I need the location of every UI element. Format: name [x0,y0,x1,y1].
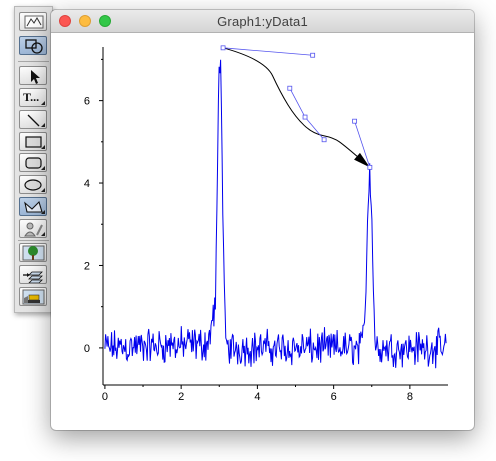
arrow-select-tool[interactable] [19,66,47,85]
submenu-indicator-icon [41,232,45,236]
control-handle[interactable] [367,164,373,170]
submenu-indicator-icon [41,101,45,105]
x-tick-label: 0 [102,391,108,403]
graph-tool[interactable] [19,12,47,31]
graph-plot[interactable]: 0 2 4 6 8 0 2 4 6 [51,10,474,430]
x-tick-label: 8 [407,391,413,403]
x-tick-label: 6 [331,391,337,403]
rounded-rectangle-tool[interactable] [19,153,47,172]
layer-stack-tool[interactable] [19,265,47,284]
submenu-indicator-icon [41,210,45,214]
layer-tree-tool[interactable] [19,243,47,262]
control-handle[interactable] [220,45,226,51]
text-tool[interactable]: T... [19,88,47,107]
palette-separator [18,240,49,241]
control-handle[interactable] [287,85,293,91]
y-tick-label: 6 [84,96,90,108]
drawing-layer-tool[interactable] [19,36,47,55]
line-tool[interactable] [19,110,47,129]
polygon-tool[interactable] [19,197,47,216]
submenu-indicator-icon [41,166,45,170]
tool-palette: T... [14,6,53,313]
submenu-indicator-icon [41,188,45,192]
oval-tool[interactable] [19,175,47,194]
rectangle-tool[interactable] [19,132,47,151]
submenu-indicator-icon [41,145,45,149]
control-handle[interactable] [352,118,358,124]
user-tool[interactable] [19,219,47,238]
x-tick-label: 4 [254,391,260,403]
drawn-polygon[interactable] [222,47,371,168]
control-handle[interactable] [302,114,308,120]
y-tick-label: 2 [84,260,90,272]
submenu-indicator-icon [41,123,45,127]
y-tick-label: 0 [84,343,90,355]
bulldozer-tool[interactable] [19,287,47,306]
control-handle[interactable] [321,137,327,143]
text-tool-label: T... [23,90,40,104]
palette-separator [18,61,49,62]
data-trace[interactable] [104,59,447,369]
x-tick-label: 2 [178,391,184,403]
y-tick-label: 4 [84,178,90,190]
control-handle[interactable] [310,52,316,58]
handle-line [289,88,306,118]
graph-window: Graph1:yData1 024680246 [51,10,474,430]
